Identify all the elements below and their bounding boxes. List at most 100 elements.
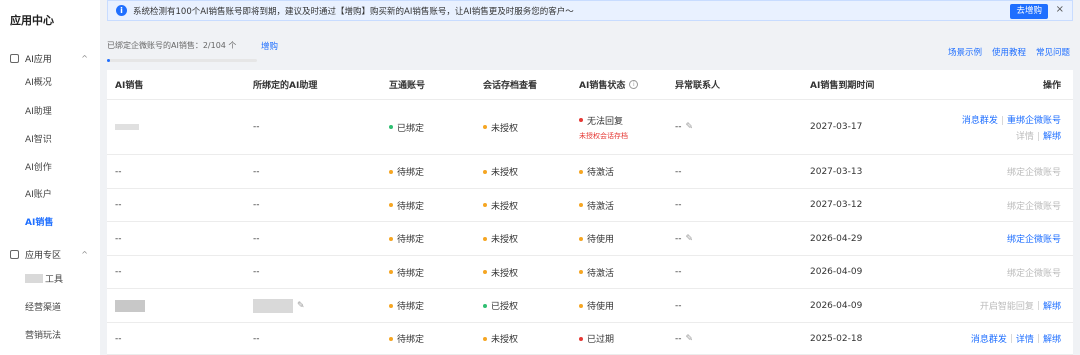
- cell-ai-sales: [115, 289, 145, 322]
- op-link[interactable]: 解绑: [1043, 332, 1061, 345]
- table-header: AI销售 所绑定的AI助理 互通账号 会话存档查看 AI销售状态 i 异常联系人…: [107, 70, 1073, 100]
- cell-archive-text: 已授权: [491, 302, 519, 312]
- sidebar-item-tools[interactable]: 工具: [25, 272, 63, 285]
- sidebar-item-ai-account[interactable]: AI账户: [25, 187, 52, 200]
- nav-group-ai-apps[interactable]: AI应用 ^: [10, 52, 88, 65]
- edit-icon[interactable]: ✎: [297, 301, 305, 310]
- tutorial-link[interactable]: 使用教程: [992, 46, 1026, 58]
- status-text: 待使用: [587, 302, 615, 312]
- cell-ai-sales: --: [115, 155, 122, 188]
- cell-ops: 绑定企微账号: [1007, 155, 1061, 188]
- box-icon: [10, 250, 19, 259]
- cell-ai-sales: --: [115, 323, 122, 354]
- edit-icon[interactable]: ✎: [686, 123, 694, 132]
- cell-account: 待绑定: [389, 222, 424, 255]
- sidebar-item-marketing[interactable]: 营销玩法: [25, 328, 61, 341]
- status-dot: [389, 203, 393, 207]
- cell-account: 待绑定: [389, 323, 424, 354]
- sidebar-item-ai-knowledge[interactable]: AI智识: [25, 132, 52, 145]
- cell-archive-text: 未授权: [491, 201, 519, 212]
- info-icon: i: [116, 5, 127, 16]
- table-row: -- 已绑定 未授权 无法回复 未授权会话存档 -- ✎ 2027-03-17 消息群发 | 重绑企…: [107, 100, 1073, 155]
- op-link[interactable]: 开启智能回复: [980, 299, 1034, 312]
- cell-status: 待使用: [579, 289, 614, 322]
- op-link[interactable]: 绑定企微账号: [1007, 232, 1061, 245]
- cell-text: --: [253, 200, 260, 210]
- details-link[interactable]: 详情: [1016, 132, 1034, 142]
- status-text: 待激活: [587, 268, 615, 279]
- table-row: -- -- 待绑定 未授权 待激活 -- 2027-03-12 绑定企微账号: [107, 189, 1073, 222]
- op-link[interactable]: 消息群发: [971, 332, 1007, 345]
- cell-status: 待激活: [579, 155, 614, 188]
- sidebar-item-ai-assistant[interactable]: AI助理: [25, 104, 52, 117]
- cell-ops: 绑定企微账号: [1007, 222, 1061, 255]
- op-link[interactable]: 详情: [1016, 332, 1034, 345]
- status-sub-text: 未授权会话存档: [579, 131, 628, 140]
- cell-ops: 消息群发 | 重绑企微账号 详情 | 解绑: [962, 100, 1061, 154]
- status-dot: [579, 336, 583, 341]
- edit-icon[interactable]: ✎: [686, 234, 694, 243]
- cell-account: 待绑定: [389, 289, 424, 322]
- separator: |: [1000, 115, 1004, 126]
- cell-text: --: [253, 233, 260, 244]
- cell-text: 2027-03-12: [810, 200, 863, 210]
- cell-expire: 2027-03-13: [810, 155, 862, 188]
- separator: |: [1036, 300, 1040, 311]
- masked-name: [115, 299, 145, 312]
- cell-ai-sales: [115, 100, 139, 154]
- sidebar-item-ai-sales[interactable]: AI销售: [25, 215, 53, 228]
- sidebar-item-ai-create[interactable]: AI创作: [25, 160, 52, 173]
- progress-fill: [107, 59, 110, 62]
- status-text: 待使用: [587, 235, 615, 245]
- bound-progress-bar: [107, 59, 257, 62]
- cell-text: --: [675, 333, 682, 344]
- close-icon[interactable]: ×: [1056, 4, 1064, 15]
- cell-text: --: [115, 166, 122, 177]
- status-dot: [389, 125, 393, 129]
- status-dot: [389, 336, 393, 341]
- chevron-up-icon: ^: [81, 54, 88, 63]
- unbind-link[interactable]: 解绑: [1043, 132, 1061, 142]
- header-abnormal: 异常联系人: [675, 81, 721, 91]
- faq-link[interactable]: 常见问题: [1036, 46, 1070, 58]
- nav-group-label: 应用专区: [25, 251, 62, 261]
- cell-assistant: --: [253, 155, 260, 188]
- status-line: 待激活: [579, 199, 614, 212]
- sidebar-item-ai-overview[interactable]: AI概况: [25, 75, 52, 88]
- sidebar-item-channels[interactable]: 经营渠道: [25, 300, 61, 313]
- rebind-account-link[interactable]: 重绑企微账号: [1007, 116, 1061, 126]
- app-title: 应用中心: [10, 14, 54, 27]
- masked-text: [25, 274, 43, 283]
- cell-archive: 未授权: [483, 189, 518, 221]
- op-link[interactable]: 绑定企微账号: [1007, 266, 1061, 279]
- cell-abnormal: -- ✎: [675, 222, 694, 255]
- cell-account: 待绑定: [389, 155, 424, 188]
- cell-account-text: 待绑定: [397, 335, 425, 345]
- cell-archive: 已授权: [483, 289, 518, 322]
- help-icon[interactable]: i: [629, 80, 639, 89]
- cell-archive: 未授权: [483, 155, 518, 188]
- edit-icon[interactable]: ✎: [686, 334, 694, 343]
- cell-archive-text: 未授权: [491, 168, 519, 178]
- buy-more-button[interactable]: 去增购: [1010, 4, 1048, 19]
- cell-archive: 未授权: [483, 323, 518, 354]
- cell-ai-sales: --: [115, 222, 122, 255]
- cell-archive-text: 未授权: [491, 123, 519, 134]
- cell-text: --: [253, 122, 260, 132]
- buy-more-link[interactable]: 增购: [261, 40, 278, 52]
- scenario-examples-link[interactable]: 场景示例: [948, 46, 982, 58]
- cell-text: --: [675, 300, 682, 311]
- cell-archive: 未授权: [483, 100, 518, 154]
- cell-text: --: [115, 200, 122, 210]
- cell-account-text: 待绑定: [397, 235, 425, 245]
- op-link[interactable]: 解绑: [1043, 299, 1061, 312]
- mass-message-link[interactable]: 消息群发: [962, 116, 998, 126]
- cell-archive-text: 未授权: [491, 235, 519, 245]
- op-link[interactable]: 绑定企微账号: [1007, 199, 1061, 212]
- nav-group-app-zone[interactable]: 应用专区 ^: [10, 248, 88, 261]
- cell-text: --: [675, 166, 682, 177]
- cell-expire: 2026-04-29: [810, 222, 862, 255]
- op-link[interactable]: 绑定企微账号: [1007, 165, 1061, 178]
- cell-text: --: [115, 333, 122, 344]
- status-dot: [579, 203, 583, 207]
